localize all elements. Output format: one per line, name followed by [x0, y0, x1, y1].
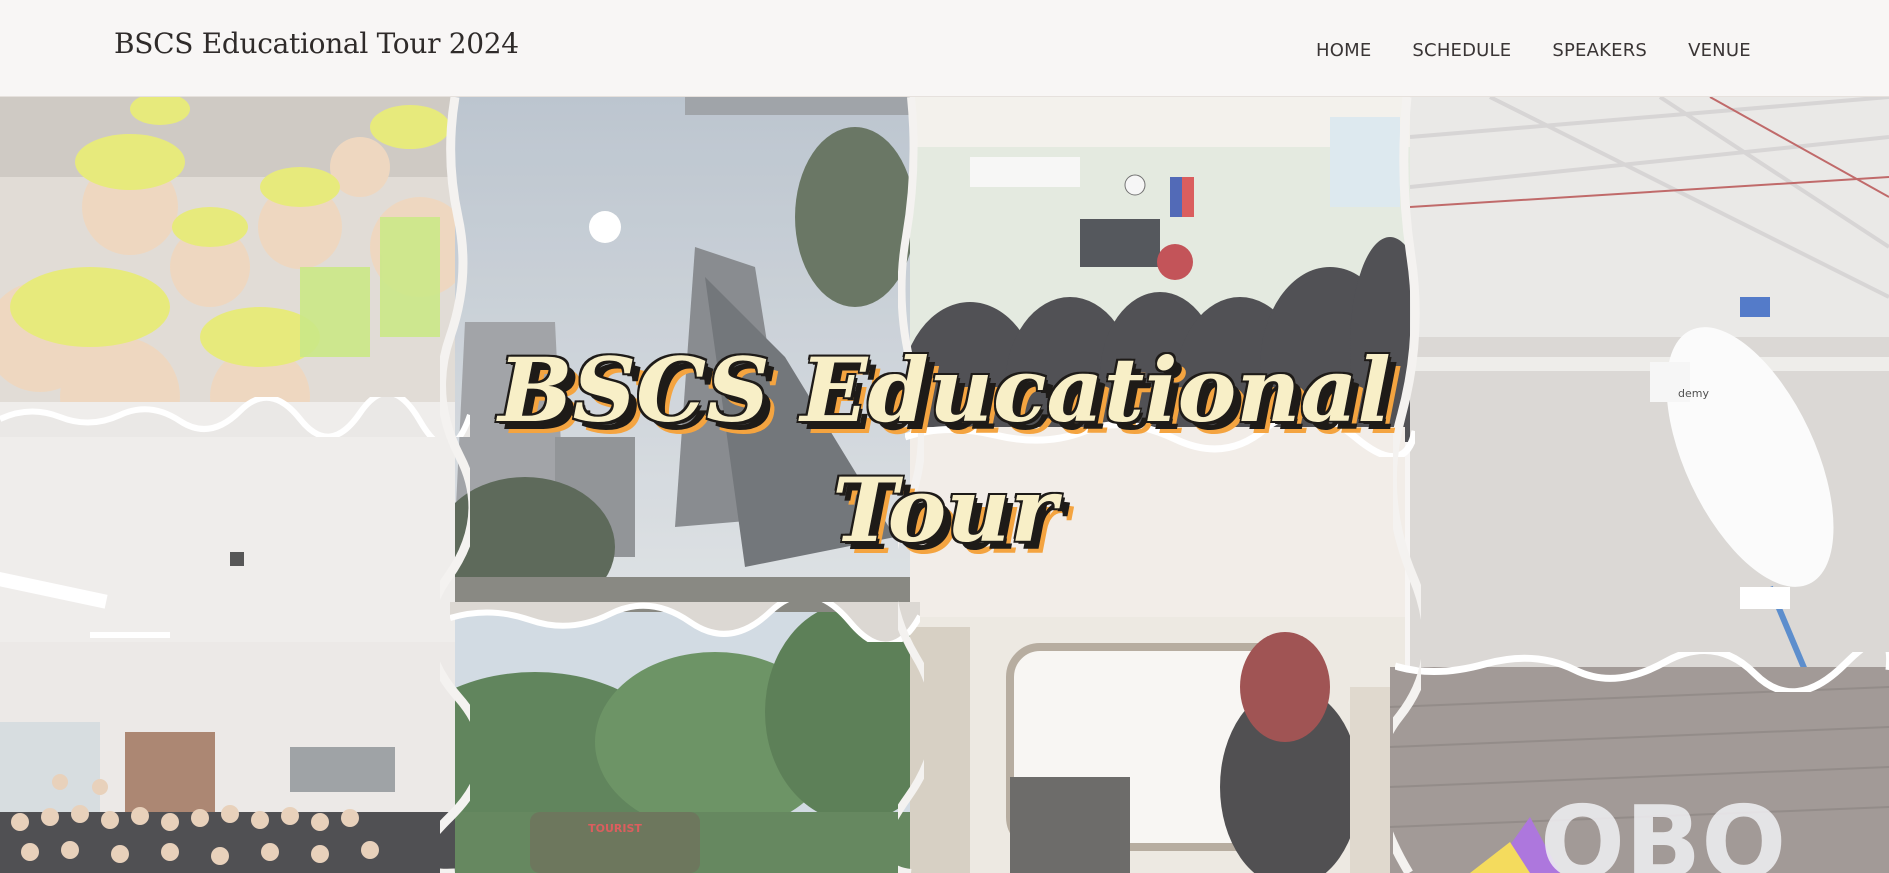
bus-sign-text: TOURIST	[588, 822, 642, 835]
mural-letters: OBO	[1540, 784, 1786, 873]
site-brand[interactable]: BSCS Educational Tour 2024	[114, 27, 519, 60]
photo-brick-mural-art: OBO	[1390, 667, 1889, 873]
nav-venue[interactable]: VENUE	[1688, 40, 1751, 61]
torn-edge-h2	[450, 602, 920, 642]
photo-brick-mural: OBO	[1390, 667, 1889, 873]
site-header: BSCS Educational Tour 2024 HOME SCHEDULE…	[0, 0, 1889, 97]
hero-title-line-1: BSCS Educational	[498, 338, 1391, 442]
photo-forest-bus-art: TOURIST	[455, 612, 910, 873]
main-nav: HOME SCHEDULE SPEAKERS VENUE	[1316, 40, 1751, 61]
photo-forest-bus: TOURIST	[455, 612, 910, 873]
torn-edge-h4	[1395, 652, 1889, 692]
nav-schedule[interactable]: SCHEDULE	[1412, 40, 1511, 61]
nav-home[interactable]: HOME	[1316, 40, 1371, 61]
nav-speakers[interactable]: SPEAKERS	[1552, 40, 1647, 61]
hero-title-line-2: Tour	[832, 458, 1057, 562]
hero-title: BSCS Educational Tour	[0, 330, 1889, 570]
